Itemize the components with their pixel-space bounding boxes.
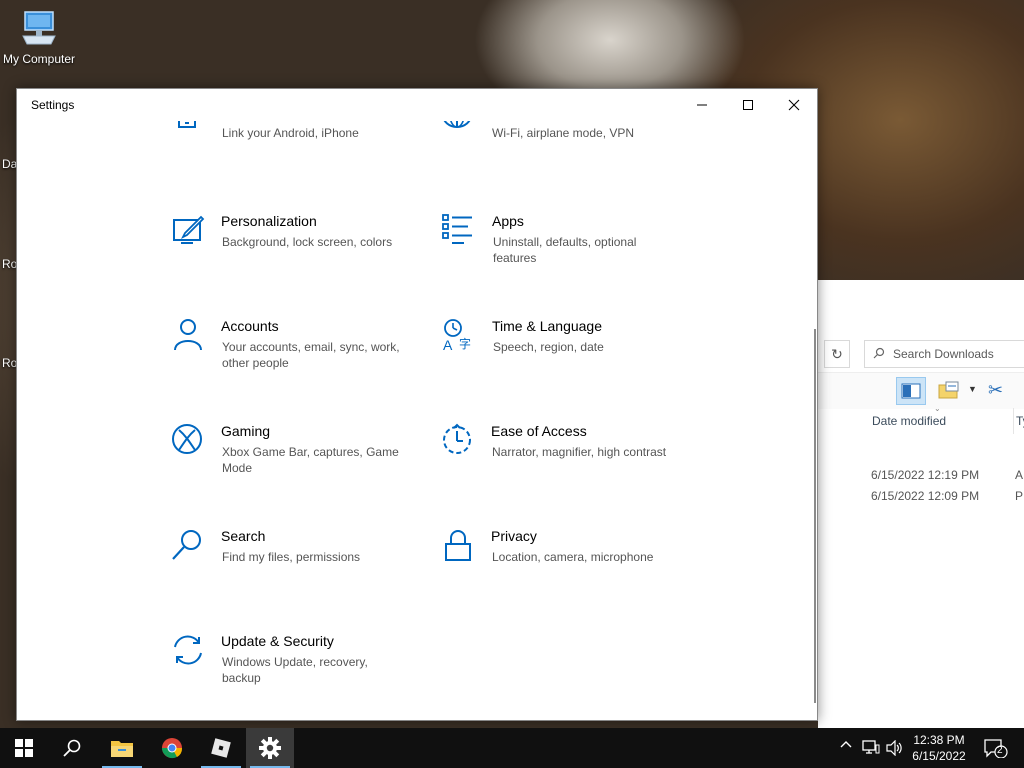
desktop-icon-my-computer[interactable]: My Computer [0,8,78,66]
chevron-down-icon[interactable]: ▼ [968,384,977,394]
lock-icon [441,528,477,564]
ease-of-access-icon [441,423,477,459]
clock-time: 12:38 PM [913,733,965,747]
taskbar-search-button[interactable] [48,728,96,768]
window-title: Settings [31,98,75,112]
start-button[interactable] [0,728,48,768]
tile-title: Time & Language [492,318,602,334]
search-icon [63,739,81,757]
file-row-type[interactable]: P [1015,489,1023,503]
tile-desc: Xbox Game Bar, captures, Game Mode [222,445,399,475]
tile-update-security[interactable]: Update & Security Windows Update, recove… [171,633,411,719]
minimize-button[interactable] [679,89,725,121]
desktop-icon-label: My Computer [2,52,76,66]
computer-icon [19,8,59,48]
tile-search[interactable]: Search Find my files, permissions [171,528,411,618]
settings-gear-icon [259,737,281,759]
svg-text:A: A [443,337,453,353]
file-row-date[interactable]: 6/15/2022 12:09 PM [871,489,979,503]
close-icon [788,99,800,111]
scissors-icon[interactable]: ✂ [988,380,1003,401]
tile-title: Privacy [491,528,537,544]
chrome-icon [162,738,183,759]
file-explorer-window[interactable]: ↻ Search Downloads ▼ ✂ ⌄ Date modified T… [818,280,1024,728]
tile-desc: Narrator, magnifier, high contrast [492,445,667,459]
roblox-icon [211,738,231,758]
notification-icon [984,739,1008,759]
tile-title: Search [221,528,266,544]
person-icon [171,318,207,354]
tile-desc: Location, camera, microphone [492,550,654,564]
column-header-type[interactable]: Ty [1016,408,1024,434]
maximize-button[interactable] [725,89,771,121]
file-explorer-icon [111,741,133,757]
tile-desc: Background, lock screen, colors [222,235,393,249]
tile-desc: Uninstall, defaults, optional features [493,235,637,265]
system-clock[interactable]: 12:38 PM 6/15/2022 [900,732,978,764]
tile-ease-of-access[interactable]: Ease of Access Narrator, magnifier, high… [441,423,681,513]
personalization-icon [171,213,207,249]
close-button[interactable] [771,89,817,121]
tile-accounts[interactable]: Accounts Your accounts, email, sync, wor… [171,318,411,408]
file-row-date[interactable]: 6/15/2022 12:19 PM [871,468,979,482]
notification-center-button[interactable]: 2 [984,738,1008,761]
search-placeholder: Search Downloads [893,347,994,361]
maximize-icon [743,100,753,110]
preview-pane-icon [901,383,921,399]
apps-icon [442,213,478,249]
tile-apps[interactable]: Apps Uninstall, defaults, optional featu… [442,213,682,303]
search-icon [171,528,207,564]
taskbar-chrome[interactable] [148,728,196,768]
explorer-search-box[interactable]: Search Downloads [864,340,1024,368]
tile-title: Update & Security [221,633,334,649]
tile-network[interactable]: Wi-Fi, airplane mode, VPN [441,121,681,197]
tile-desc: Speech, region, date [493,340,604,354]
clock-date: 6/15/2022 [912,749,966,763]
title-bar[interactable]: Settings [17,89,817,121]
tile-title: Personalization [221,213,317,229]
file-row-type[interactable]: A [1015,468,1023,482]
tile-title: Ease of Access [491,423,587,439]
tile-title: Apps [492,213,524,229]
preview-pane-button[interactable] [896,377,926,405]
minimize-icon [697,104,707,106]
search-icon [873,347,885,362]
explorer-header [818,280,1024,340]
tile-desc: Find my files, permissions [222,550,361,564]
tile-title: Accounts [221,318,279,334]
tile-gaming[interactable]: Gaming Xbox Game Bar, captures, Game Mod… [171,423,411,513]
tile-personalization[interactable]: Personalization Background, lock screen,… [171,213,411,303]
update-icon [171,633,207,669]
taskbar: 12:38 PM 6/15/2022 2 [0,728,1024,768]
tile-privacy[interactable]: Privacy Location, camera, microphone [441,528,681,618]
tile-desc: Your accounts, email, sync, work, other … [222,340,400,370]
globe-icon [441,121,477,143]
taskbar-file-explorer[interactable] [98,728,146,768]
tile-time-language[interactable]: A 字 Time & Language Speech, region, date [442,318,682,408]
folder-properties-icon[interactable] [938,381,960,404]
refresh-icon: ↻ [831,345,843,362]
vertical-scrollbar[interactable] [814,329,816,703]
phone-icon [171,121,207,143]
tile-phone[interactable]: Link your Android, iPhone [171,121,411,197]
tile-title: Gaming [221,423,271,439]
refresh-button[interactable]: ↻ [824,340,850,368]
chevron-up-icon[interactable] [840,738,852,753]
xbox-icon [171,423,207,459]
notification-count: 2 [997,745,1003,756]
start-icon [15,739,33,757]
settings-home-grid: Link your Android, iPhone Wi-Fi, airplan… [17,121,817,719]
column-header-date[interactable]: Date modified [864,408,1014,434]
time-language-icon: A 字 [442,318,478,354]
settings-window[interactable]: Settings Link your Android, iPhone Wi-Fi… [16,88,818,721]
tile-desc: Link your Android, iPhone [222,126,359,140]
taskbar-settings[interactable] [246,728,294,768]
taskbar-roblox[interactable] [197,728,245,768]
tile-desc: Windows Update, recovery, backup [222,655,368,685]
network-icon[interactable] [862,740,880,759]
svg-text:字: 字 [459,336,471,351]
tile-desc: Wi-Fi, airplane mode, VPN [492,126,635,140]
